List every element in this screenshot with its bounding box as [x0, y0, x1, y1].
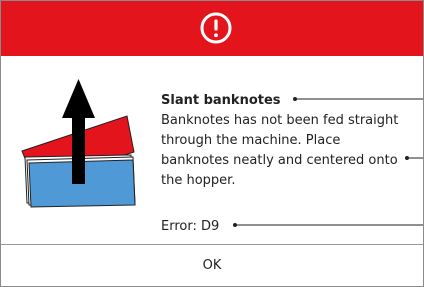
dialog-message: Banknotes has not been fed straight thro…	[161, 113, 399, 188]
dialog-title: Slant banknotes	[161, 93, 281, 108]
error-code: Error: D9	[161, 219, 220, 234]
banknote-slant-illustration	[21, 79, 136, 208]
message-block: Slant banknotes Banknotes has not been f…	[161, 91, 411, 191]
exclamation-circle-icon	[200, 12, 232, 44]
error-dialog: Slant banknotes Banknotes has not been f…	[0, 0, 424, 287]
dialog-header	[1, 1, 423, 56]
ok-button[interactable]: OK	[1, 245, 423, 286]
